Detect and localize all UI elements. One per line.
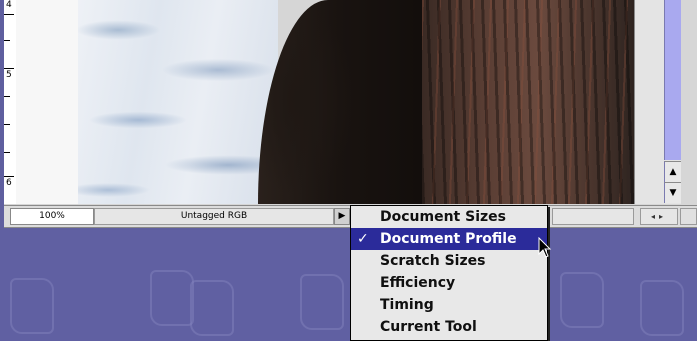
ruler-tick	[4, 96, 10, 97]
menu-item-label: Scratch Sizes	[380, 253, 486, 269]
vertical-scrollbar[interactable]: ▲ ▼	[634, 0, 681, 204]
image-canvas[interactable]	[78, 0, 634, 204]
ruler-tick	[4, 14, 14, 15]
ruler-label: 5	[6, 70, 12, 80]
resize-grip-icon[interactable]	[680, 208, 697, 225]
document-window: 4 5 6 ▲ ▼ 100% Untagged RGB ▶ ◂▸	[4, 0, 697, 228]
document-info-field: Untagged RGB	[94, 208, 334, 225]
ruler-tick	[4, 176, 14, 177]
scroll-down-arrow-icon[interactable]: ▼	[664, 182, 681, 203]
mac-face-pattern-icon	[190, 280, 234, 336]
menu-item-timing[interactable]: Timing	[351, 294, 547, 316]
menu-item-label: Document Sizes	[380, 209, 506, 225]
menu-item-label: Timing	[380, 297, 434, 313]
zoom-field[interactable]: 100%	[10, 208, 94, 225]
menu-item-label: Document Profile	[380, 231, 517, 247]
ruler-tick	[4, 40, 10, 41]
menu-item-efficiency[interactable]: Efficiency	[351, 272, 547, 294]
checkmark-icon: ✓	[357, 231, 369, 247]
vertical-ruler: 4 5 6	[4, 0, 79, 204]
ruler-label: 4	[6, 0, 12, 10]
mouse-pointer-icon	[538, 237, 552, 258]
horizontal-scroll-arrows[interactable]: ◂▸	[640, 208, 678, 225]
ruler-label: 6	[6, 178, 12, 188]
mac-face-pattern-icon	[560, 272, 604, 328]
menu-item-document-profile[interactable]: ✓ Document Profile	[351, 228, 547, 250]
menu-item-scratch-sizes[interactable]: Scratch Sizes	[351, 250, 547, 272]
mac-face-pattern-icon	[300, 274, 344, 330]
horizontal-scrollbar[interactable]	[552, 208, 634, 225]
ruler-tick	[4, 124, 10, 125]
scroll-up-arrow-icon[interactable]: ▲	[664, 161, 681, 182]
ruler-tick	[4, 152, 10, 153]
desktop-background	[0, 230, 697, 341]
triangle-right-icon[interactable]: ▶	[334, 208, 350, 225]
mac-face-pattern-icon	[640, 280, 684, 336]
mac-face-pattern-icon	[150, 270, 194, 326]
menu-item-document-sizes[interactable]: Document Sizes	[351, 206, 547, 228]
snow-region	[78, 0, 278, 204]
ruler-tick	[4, 68, 14, 69]
tree-trunk-region	[422, 0, 634, 204]
scroll-track[interactable]	[664, 0, 681, 160]
menu-item-label: Efficiency	[380, 275, 456, 291]
menu-item-current-tool[interactable]: Current Tool	[351, 316, 547, 338]
ruler-inner	[16, 0, 78, 204]
status-popup-menu: Document Sizes ✓ Document Profile Scratc…	[350, 205, 548, 341]
menu-item-label: Current Tool	[380, 319, 477, 335]
mac-face-pattern-icon	[10, 278, 54, 334]
